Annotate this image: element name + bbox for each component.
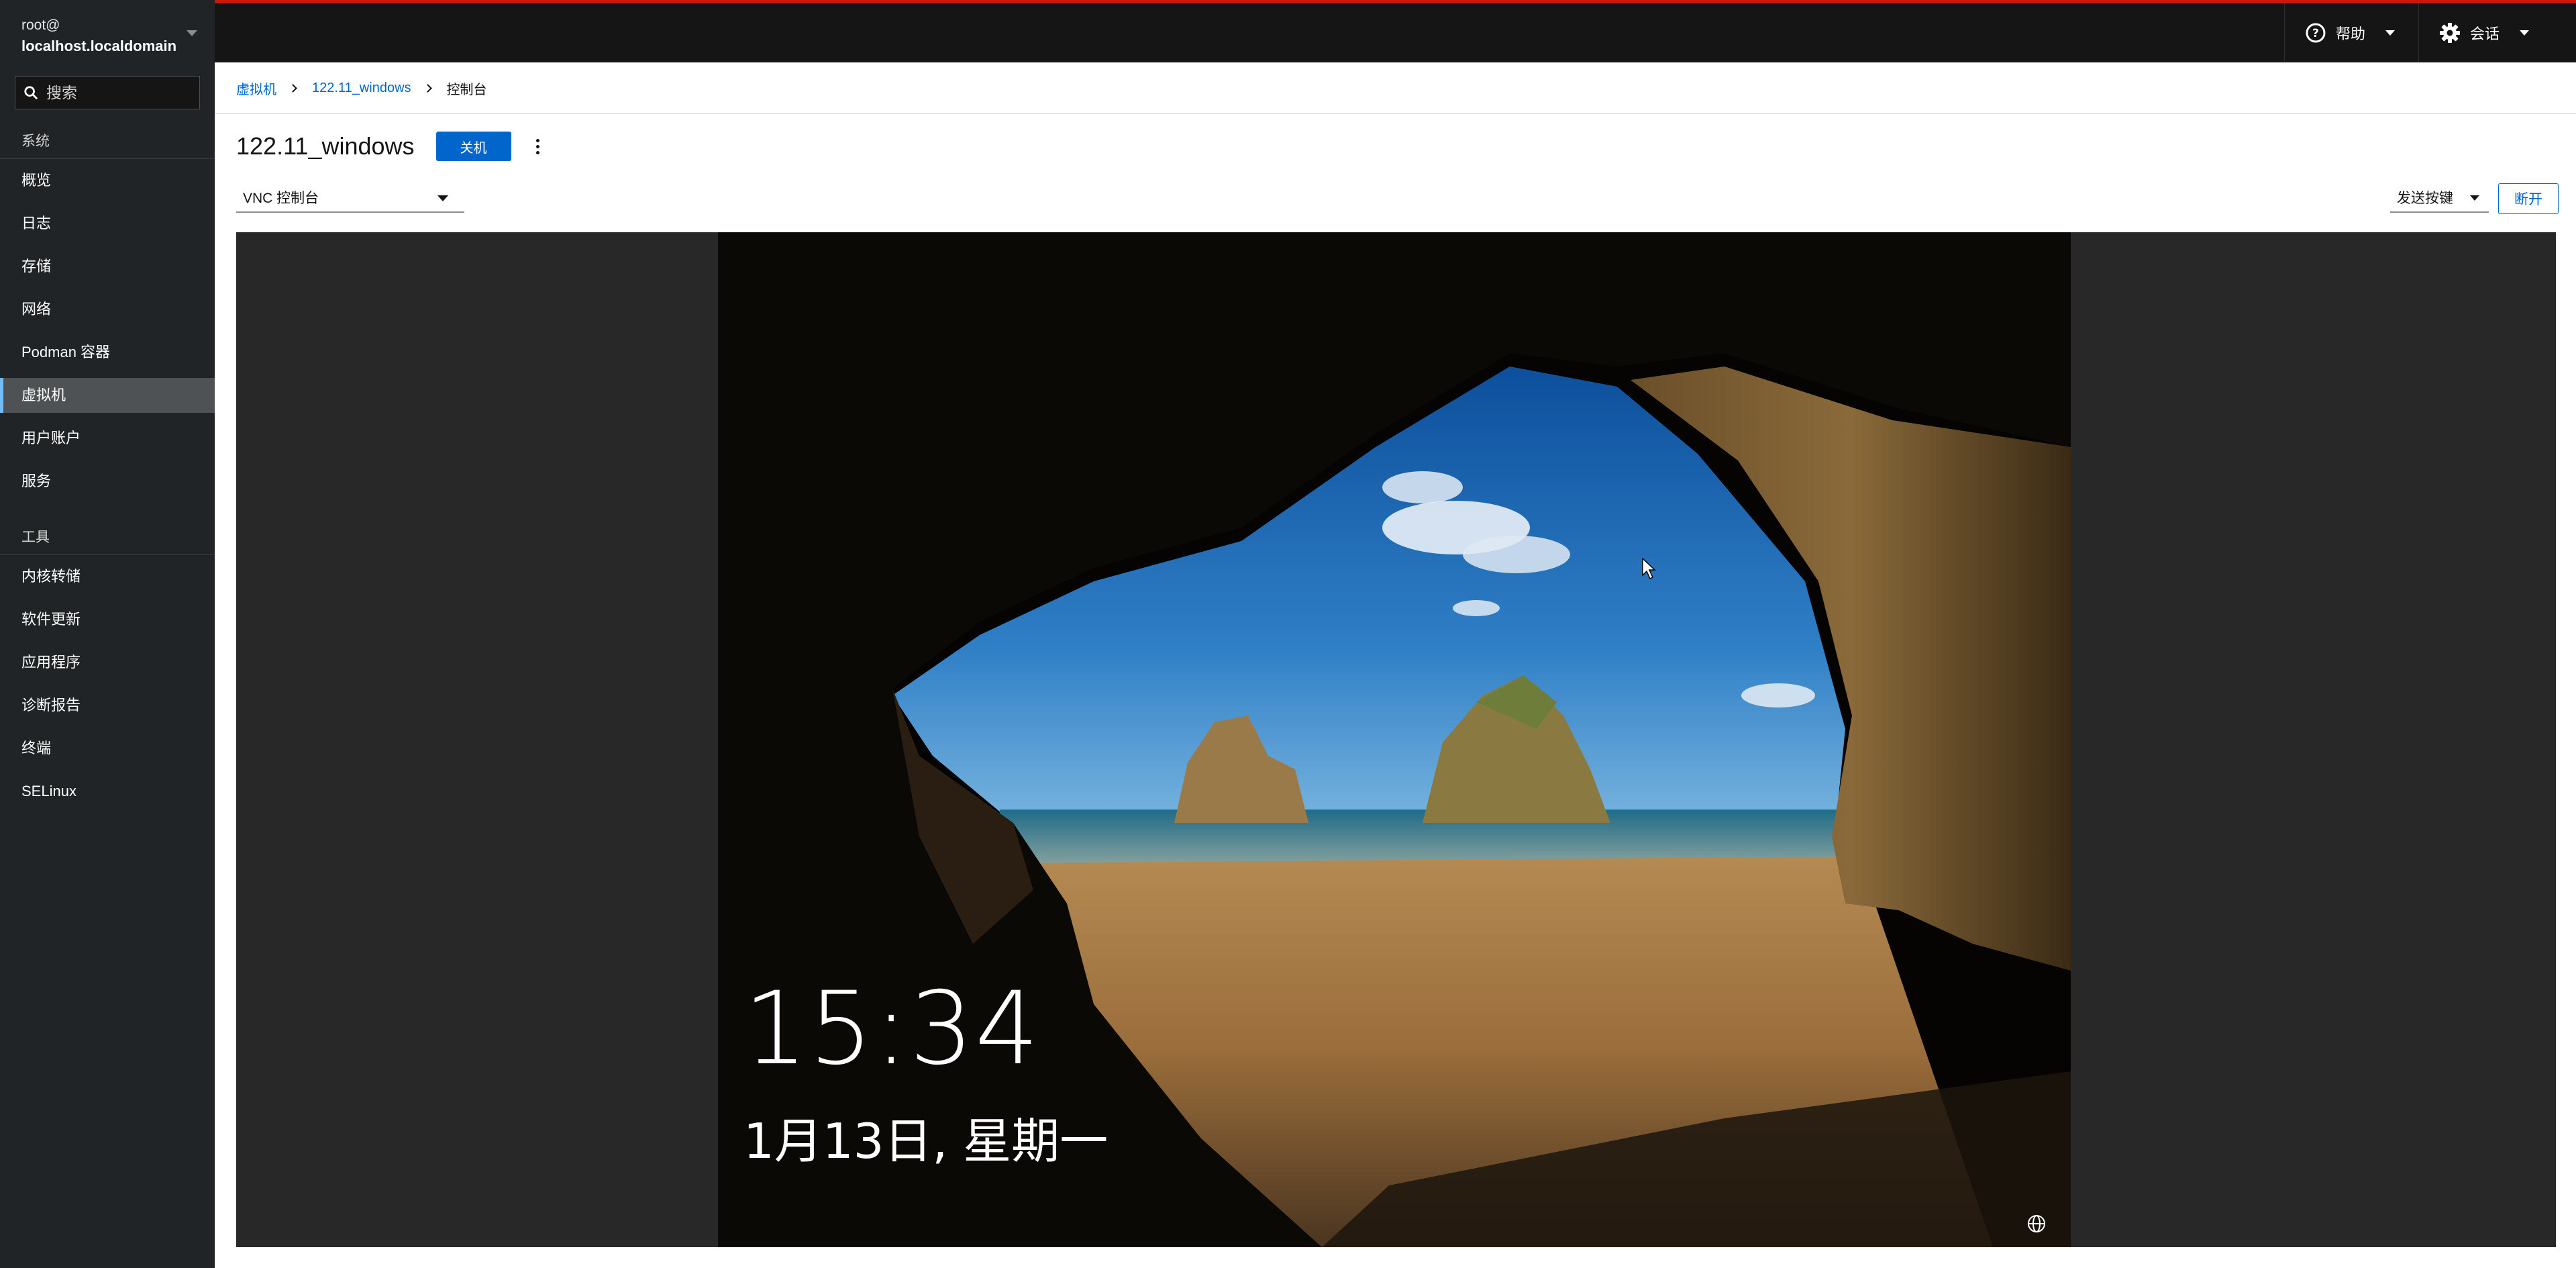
search-input[interactable]: [46, 83, 194, 102]
search-icon: [24, 86, 38, 100]
console-type-select[interactable]: VNC 控制台: [236, 183, 464, 213]
chevron-right-icon: [289, 83, 297, 93]
sidebar-item-logs[interactable]: 日志: [0, 202, 215, 245]
session-label: 会话: [2470, 26, 2500, 42]
disconnect-button[interactable]: 断开: [2498, 183, 2559, 214]
caret-down-icon: [2470, 195, 2479, 201]
sidebar-item-storage[interactable]: 存储: [0, 245, 215, 288]
help-menu-button[interactable]: ? 帮助: [2284, 3, 2418, 62]
session-menu-button[interactable]: 会话: [2418, 3, 2576, 62]
globe-icon[interactable]: [2026, 1214, 2047, 1234]
sidebar-item-networking[interactable]: 网络: [0, 288, 215, 331]
search-box[interactable]: [15, 76, 200, 109]
breadcrumb-current: 控制台: [446, 82, 487, 97]
send-key-label: 发送按键: [2397, 191, 2453, 206]
help-label: 帮助: [2336, 26, 2366, 42]
sidebar-item-terminal[interactable]: 终端: [0, 727, 215, 770]
lockscreen-wallpaper: [718, 232, 2071, 1247]
host-user: root@: [21, 17, 60, 33]
host-switcher[interactable]: root@ localhost.localdomain: [0, 0, 215, 62]
nav-section-system: 系统: [0, 124, 215, 159]
breadcrumb: 虚拟机 122.11_windows 控制台: [215, 62, 2576, 114]
page-title: 122.11_windows: [236, 132, 415, 160]
vm-header: 122.11_windows 关机: [236, 130, 545, 163]
sidebar-item-accounts[interactable]: 用户账户: [0, 417, 215, 460]
mouse-cursor-icon: [1642, 558, 1656, 580]
top-masthead: ? 帮助 会话: [215, 0, 2576, 62]
chevron-right-icon: [423, 83, 432, 93]
sidebar: root@ localhost.localdomain 系统 概览 日志 存储 …: [0, 0, 215, 1268]
nav-section-tools: 工具: [0, 520, 215, 555]
sidebar-item-diagnostics[interactable]: 诊断报告: [0, 684, 215, 727]
sidebar-item-services[interactable]: 服务: [0, 460, 215, 503]
breadcrumb-vm-link[interactable]: 122.11_windows: [312, 81, 411, 96]
chevron-down-icon[interactable]: [187, 30, 197, 36]
help-icon: ?: [2306, 23, 2326, 43]
main-content: 虚拟机 122.11_windows 控制台 122.11_windows 关机…: [215, 62, 2576, 1268]
gear-icon: [2440, 23, 2460, 43]
lockscreen-date: 1月13日, 星期一: [743, 1113, 1109, 1169]
sidebar-item-podman[interactable]: Podman 容器: [0, 331, 215, 374]
caret-down-icon: [437, 195, 448, 201]
lockscreen-time: 15:34: [743, 971, 1041, 1087]
breadcrumb-vms-link[interactable]: 虚拟机: [236, 79, 276, 98]
sidebar-item-updates[interactable]: 软件更新: [0, 598, 215, 641]
sidebar-item-virtual-machines[interactable]: 虚拟机: [0, 378, 215, 413]
host-name: localhost.localdomain: [21, 38, 177, 54]
vm-screen[interactable]: 15:34 1月13日, 星期一: [718, 232, 2071, 1247]
vnc-console[interactable]: 15:34 1月13日, 星期一: [236, 232, 2556, 1247]
console-type-value: VNC 控制台: [243, 191, 319, 206]
shutdown-button[interactable]: 关机: [435, 132, 511, 161]
chevron-down-icon: [2520, 30, 2530, 36]
svg-text:?: ?: [2312, 27, 2319, 40]
sidebar-item-selinux[interactable]: SELinux: [0, 770, 215, 813]
sidebar-item-apps[interactable]: 应用程序: [0, 641, 215, 684]
send-key-dropdown[interactable]: 发送按键: [2390, 183, 2489, 213]
chevron-down-icon: [2385, 30, 2395, 36]
sidebar-item-overview[interactable]: 概览: [0, 159, 215, 202]
sidebar-item-kdump[interactable]: 内核转储: [0, 555, 215, 598]
kebab-icon[interactable]: [531, 136, 545, 156]
